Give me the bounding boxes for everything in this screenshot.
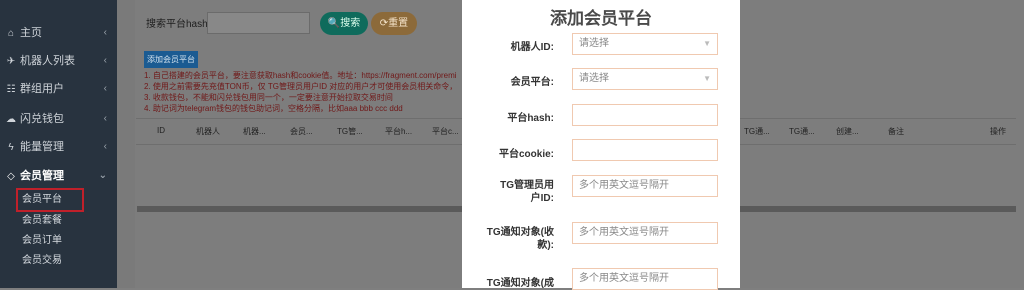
- select-value: 请选择: [579, 38, 609, 49]
- sidebar-item-label: 群组用户: [20, 83, 64, 95]
- column-header[interactable]: 平台h...: [385, 126, 412, 137]
- bolt-icon: ϟ: [8, 142, 14, 153]
- sidebar-item-label: 会员管理: [20, 170, 64, 182]
- column-header[interactable]: TG通...: [744, 126, 770, 137]
- column-header[interactable]: 机器人: [196, 126, 220, 137]
- users-icon: ☷: [6, 84, 16, 95]
- chevron-left-icon: ‹: [103, 27, 107, 38]
- sidebar-item-home[interactable]: ⌂ 主页 ‹: [0, 20, 117, 46]
- column-header[interactable]: 备注: [888, 126, 904, 137]
- search-input[interactable]: [207, 12, 310, 34]
- sidebar-item-label: 主页: [20, 27, 42, 39]
- reset-button[interactable]: ⟳重置: [371, 12, 417, 35]
- field-label: 会员平台:: [510, 77, 554, 88]
- search-label: 搜索平台hash:: [146, 19, 211, 30]
- select-value: 请选择: [579, 73, 609, 84]
- sidebar-item-energy[interactable]: ϟ 能量管理 ‹: [0, 134, 117, 160]
- chevron-left-icon: ‹: [103, 141, 107, 152]
- caret-down-icon: ▼: [703, 39, 711, 48]
- sidebar-item-flash-wallet[interactable]: ☁ 闪兑钱包 ‹: [0, 106, 117, 132]
- note-line: 1. 自己搭建的会员平台，要注意获取hash和cookie值。地址：https:…: [144, 71, 457, 80]
- column-header[interactable]: 创建...: [836, 126, 859, 137]
- column-header[interactable]: TG管...: [337, 126, 363, 137]
- tg-admin-id-input[interactable]: 多个用英文逗号隔开: [572, 175, 718, 197]
- field-label: TG通知对象(成: [486, 278, 554, 289]
- add-platform-button[interactable]: 添加会员平台: [144, 51, 198, 68]
- sidebar-subitem-member-package[interactable]: 会员套餐: [22, 212, 62, 230]
- note-line: 3. 收款钱包，不能和闪兑钱包用同一个，一定要注意开始拉取交易时间: [144, 93, 393, 102]
- home-icon: ⌂: [7, 28, 15, 39]
- chevron-left-icon: ‹: [103, 113, 107, 124]
- sidebar-item-label: 能量管理: [20, 141, 64, 153]
- sidebar-subitem-member-orders[interactable]: 会员订单: [22, 232, 62, 250]
- chevron-left-icon: ‹: [103, 55, 107, 66]
- sidebar-item-label: 闪兑钱包: [20, 113, 64, 125]
- platform-cookie-input[interactable]: [572, 139, 718, 161]
- sidebar-subitem-member-trades[interactable]: 会员交易: [22, 252, 62, 270]
- sidebar-subitem-member-platform[interactable]: 会员平台: [22, 191, 62, 209]
- field-label: 平台hash:: [507, 113, 554, 124]
- field-label: 机器人ID:: [510, 42, 554, 53]
- note-line: 2. 使用之前需要先充值TON币，仅 TG管理员用户ID 对应的用户才可使用会员…: [144, 82, 458, 91]
- column-header[interactable]: 会员...: [290, 126, 313, 137]
- field-label: TG管理员用户ID:: [500, 180, 554, 204]
- column-header[interactable]: 机器...: [243, 126, 266, 137]
- input-placeholder: 多个用英文逗号隔开: [579, 180, 669, 191]
- sidebar-item-label: 机器人列表: [20, 55, 75, 67]
- platform-hash-input[interactable]: [572, 104, 718, 126]
- column-header[interactable]: 操作: [990, 126, 1006, 137]
- field-label: 平台cookie:: [498, 149, 554, 160]
- caret-down-icon: ▼: [703, 74, 711, 83]
- chevron-left-icon: ‹: [103, 83, 107, 94]
- chevron-down-icon: ⌄: [98, 170, 107, 181]
- input-placeholder: 多个用英文逗号隔开: [579, 273, 669, 284]
- diamond-icon: ◇: [7, 171, 15, 182]
- sidebar-item-bot-list[interactable]: ✈ 机器人列表 ‹: [0, 48, 117, 74]
- input-placeholder: 多个用英文逗号隔开: [579, 227, 669, 238]
- modal-title: 添加会员平台: [550, 9, 652, 28]
- field-label: TG通知对象(收款):: [486, 227, 554, 251]
- plane-icon: ✈: [6, 56, 16, 67]
- tg-notify-receive-input[interactable]: 多个用英文逗号隔开: [572, 222, 718, 244]
- column-header[interactable]: 平台c...: [432, 126, 459, 137]
- platform-select[interactable]: 请选择 ▼: [572, 68, 718, 90]
- column-header[interactable]: TG通...: [789, 126, 815, 137]
- bot-id-select[interactable]: 请选择 ▼: [572, 33, 718, 55]
- cloud-icon: ☁: [6, 114, 16, 125]
- tg-notify-other-input[interactable]: 多个用英文逗号隔开: [572, 268, 718, 290]
- note-line: 4. 助记词为telegram钱包的钱包助记词，空格分隔，比如aaa bbb c…: [144, 104, 403, 113]
- search-button[interactable]: 🔍搜索: [320, 12, 368, 35]
- column-header[interactable]: ID: [157, 126, 165, 135]
- sidebar-item-group-users[interactable]: ☷ 群组用户 ‹: [0, 76, 117, 102]
- sidebar-item-members[interactable]: ◇ 会员管理 ⌄: [0, 163, 117, 189]
